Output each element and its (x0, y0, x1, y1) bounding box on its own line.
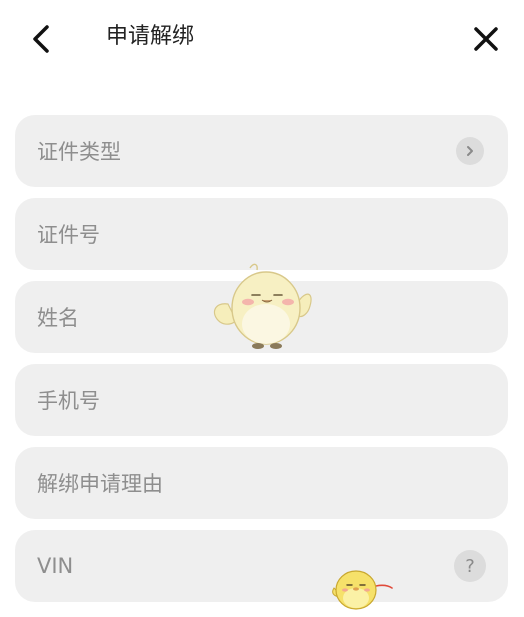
close-icon (474, 27, 498, 51)
chevron-left-icon (33, 25, 49, 53)
phone-field[interactable]: 手机号 (15, 364, 508, 436)
page-title: 申请解绑 (106, 24, 195, 49)
unbind-reason-label: 解绑申请理由 (37, 472, 163, 496)
back-button[interactable] (26, 22, 56, 56)
unbind-reason-field[interactable]: 解绑申请理由 (15, 447, 508, 519)
chevron-right-icon (456, 137, 484, 165)
phone-label: 手机号 (37, 389, 100, 413)
id-number-field[interactable]: 证件号 (15, 198, 508, 270)
unbind-form: 证件类型 证件号 姓名 手机号 解绑申请理由 VIN ? (15, 115, 508, 613)
help-icon[interactable]: ? (454, 550, 486, 582)
chick-mascot-large (213, 263, 312, 349)
close-button[interactable] (470, 22, 502, 56)
header-bar: 申请解绑 (0, 0, 524, 78)
vin-label: VIN (37, 554, 74, 578)
id-type-label: 证件类型 (37, 140, 121, 164)
vin-field[interactable]: VIN ? (15, 530, 508, 602)
id-number-label: 证件号 (37, 223, 100, 247)
id-type-select[interactable]: 证件类型 (15, 115, 508, 187)
name-label: 姓名 (37, 306, 79, 330)
chick-mascot-small (332, 570, 393, 610)
